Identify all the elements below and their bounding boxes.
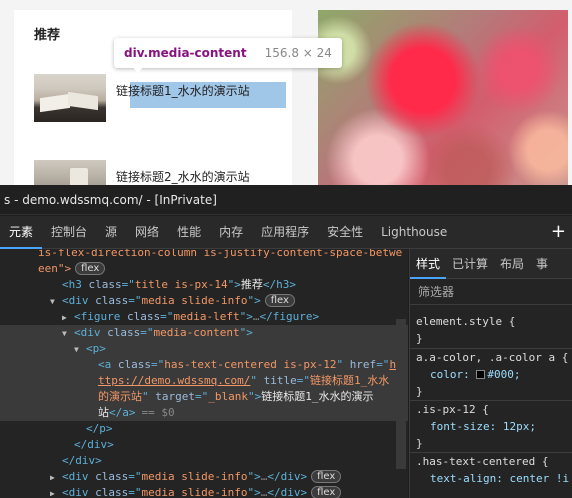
collapsed-triangle-icon[interactable]: ▶: [50, 470, 62, 486]
dom-row-selected[interactable]: 的演示站" target="_blank">链接标题1_水水的演示: [0, 389, 408, 405]
expand-triangle-icon[interactable]: ▼: [50, 294, 62, 310]
styles-filter-input[interactable]: 筛选器: [410, 279, 572, 305]
tab-event-listeners[interactable]: 事: [530, 249, 554, 279]
flex-badge[interactable]: flex: [311, 470, 342, 483]
tab-elements[interactable]: 元素: [0, 216, 43, 249]
devtools-window: s - demo.wdssmq.com/ - [InPrivate] 元素 控制…: [0, 185, 572, 498]
elements-scrollbar[interactable]: [396, 319, 406, 469]
flex-badge[interactable]: flex: [75, 262, 106, 275]
tab-styles[interactable]: 样式: [410, 249, 447, 279]
dom-row[interactable]: een"> flex: [0, 261, 408, 277]
expand-triangle-icon[interactable]: ▼: [74, 342, 86, 358]
rule-a-color[interactable]: a.a-color, .a-color a { color: #000; }: [410, 349, 572, 401]
tab-console[interactable]: 控制台: [42, 216, 96, 249]
tab-sources[interactable]: 源: [96, 216, 126, 249]
collapsed-triangle-icon[interactable]: ▶: [50, 486, 62, 498]
tooltip-size: 156.8 × 24: [264, 46, 332, 60]
recommend-card: 推荐 链接标题1_水水的演示站 链接标题2_水水的演示站: [14, 10, 292, 185]
tab-computed[interactable]: 已计算: [446, 249, 494, 279]
add-tab-button[interactable]: +: [551, 216, 566, 249]
flex-badge[interactable]: flex: [311, 486, 342, 498]
article-link-2[interactable]: 链接标题2_水水的演示站: [116, 168, 250, 185]
tab-layout[interactable]: 布局: [494, 249, 530, 279]
rule-element-style[interactable]: element.style { }: [410, 313, 572, 349]
dom-row[interactable]: ▶ <div class="media slide-info">…</div> fl…: [0, 469, 408, 485]
styles-tab-bar: 样式 已计算 布局 事: [410, 249, 572, 279]
tooltip-selector: div.media-content: [124, 46, 247, 60]
section-title: 推荐: [34, 28, 61, 43]
dom-row-selected[interactable]: 站</a> == $0: [0, 405, 408, 421]
tab-performance[interactable]: 性能: [168, 216, 210, 249]
cup-thumbnail[interactable]: [34, 160, 106, 185]
rule-has-text-centered[interactable]: .has-text-centered { text-align: center …: [410, 453, 572, 498]
article-link-1[interactable]: 链接标题1_水水的演示站: [116, 82, 250, 99]
dom-row-hovered[interactable]: ▼ <p>: [0, 341, 408, 357]
dom-row[interactable]: ▼ <div class="media slide-info"> flex: [0, 293, 408, 309]
tab-memory[interactable]: 内存: [210, 216, 252, 249]
tab-lighthouse[interactable]: Lighthouse: [372, 216, 456, 249]
dom-row[interactable]: </div>: [0, 453, 408, 469]
dom-row-hovered[interactable]: ▼ <div class="media-content">: [0, 325, 408, 341]
dom-row[interactable]: <h3 class="title is-px-14">推荐</h3>: [0, 277, 408, 293]
elements-panel: is-flex-direction-column is-justify-cont…: [0, 249, 408, 498]
book-thumbnail[interactable]: [34, 74, 106, 122]
color-swatch-icon[interactable]: [476, 370, 486, 379]
devtools-titlebar: s - demo.wdssmq.com/ - [InPrivate]: [0, 185, 572, 215]
flex-badge[interactable]: flex: [264, 294, 295, 307]
tab-security[interactable]: 安全性: [318, 216, 372, 249]
dom-row-selected[interactable]: ttps://demo.wdssmq.com/" title="链接标题1_水水: [0, 373, 408, 389]
dom-row[interactable]: </p>: [0, 421, 408, 437]
web-page: 推荐 链接标题1_水水的演示站 链接标题2_水水的演示站 div.media-c…: [0, 0, 572, 185]
inspect-tooltip: div.media-content 156.8 × 24: [114, 38, 342, 68]
collapsed-triangle-icon[interactable]: ▶: [62, 310, 74, 326]
dom-row[interactable]: is-flex-direction-column is-justify-cont…: [0, 249, 408, 261]
dom-row-selected[interactable]: <a class="has-text-centered is-px-12" hr…: [0, 357, 408, 373]
devtools-tab-bar: 元素 控制台 源 网络 性能 内存 应用程序 安全性 Lighthouse +: [0, 216, 572, 249]
hero-bokeh-image: [318, 10, 568, 185]
rule-is-px-12[interactable]: .is-px-12 { font-size: 12px; }: [410, 401, 572, 453]
dom-row[interactable]: ▶ <figure class="media-left">…</figure>: [0, 309, 408, 325]
dom-row[interactable]: </div>: [0, 437, 408, 453]
expand-triangle-icon[interactable]: ▼: [62, 326, 74, 342]
dom-row[interactable]: ▶ <div class="media slide-info">…</div> fl…: [0, 485, 408, 498]
styles-panel: 样式 已计算 布局 事 筛选器 element.style { } a.a-co…: [409, 249, 572, 498]
href-link[interactable]: ttps://demo.wdssmq.com/: [98, 374, 250, 387]
tab-network[interactable]: 网络: [126, 216, 168, 249]
tab-application[interactable]: 应用程序: [252, 216, 318, 249]
tooltip-arrow: [132, 66, 144, 73]
